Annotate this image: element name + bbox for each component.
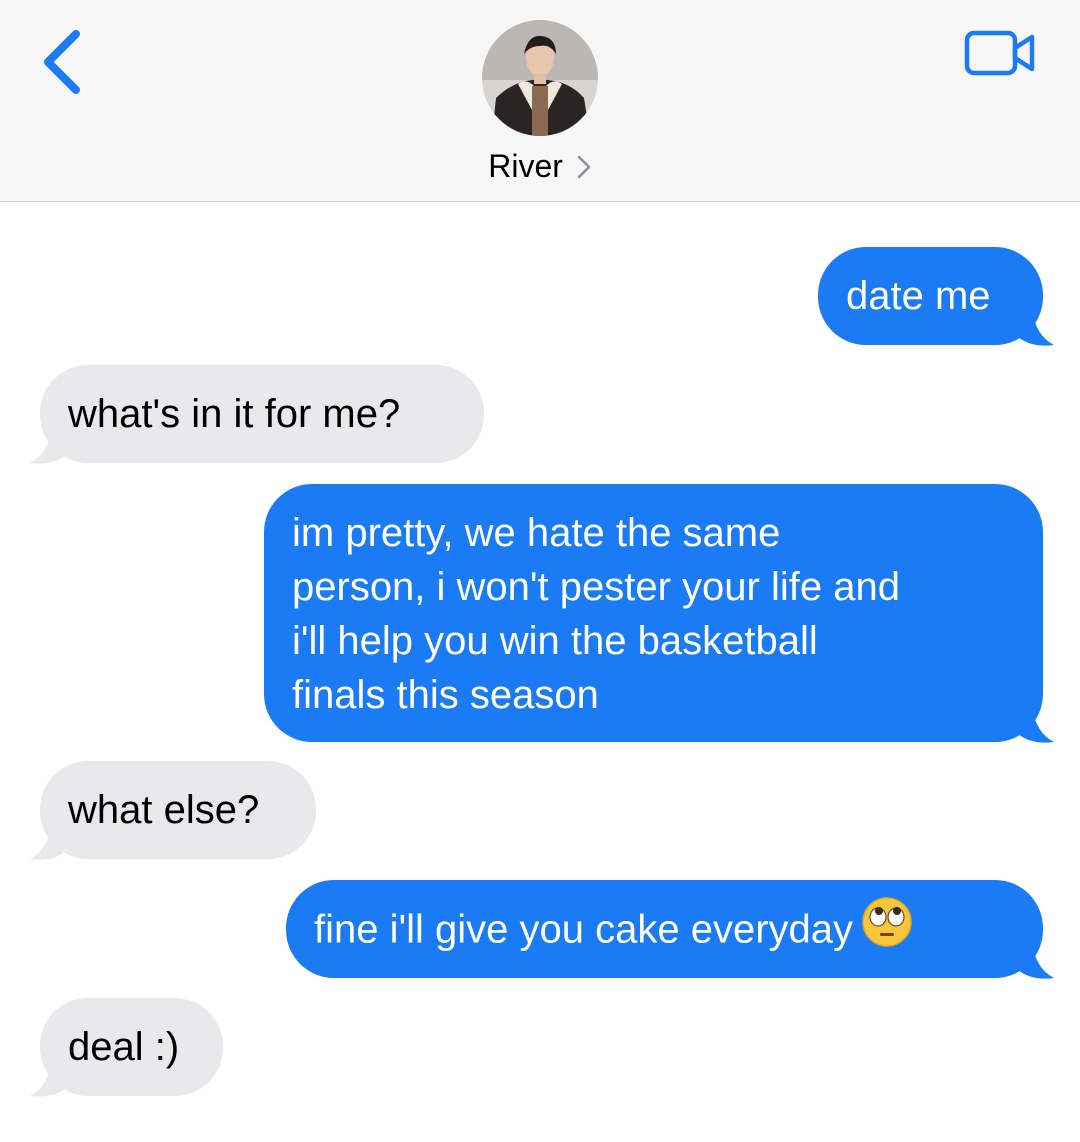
contact-avatar[interactable] <box>482 20 598 136</box>
message-line: person, i won't pester your life and <box>292 565 900 609</box>
message-bubble-sent[interactable]: im pretty, we hate the same person, i wo… <box>264 484 1043 742</box>
facetime-video-button[interactable] <box>962 28 1042 80</box>
message-text: what else? <box>68 788 260 832</box>
chevron-left-icon <box>44 30 80 94</box>
back-button[interactable] <box>30 22 100 102</box>
conversation-header: River <box>0 0 1080 202</box>
message-bubble-received[interactable]: what else? <box>40 761 316 859</box>
message-line: finals this season <box>292 673 599 717</box>
bubble-tail <box>1010 943 1054 979</box>
message-text: fine i'll give you cake everyday <box>314 907 854 952</box>
contact-name: River <box>488 148 563 184</box>
bubble-tail <box>1010 310 1054 346</box>
bubble-tail <box>30 1061 74 1097</box>
chevron-right-icon <box>567 148 592 184</box>
bubble-tail <box>30 824 74 860</box>
bubble-tail <box>30 428 74 464</box>
face-with-rolling-eyes-icon <box>861 896 913 962</box>
message-line: i'll help you win the basketball <box>292 619 818 663</box>
message-line: im pretty, we hate the same <box>292 511 781 555</box>
message-text: what's in it for me? <box>68 392 401 436</box>
message-text: date me <box>846 274 991 318</box>
message-bubble-received[interactable]: what's in it for me? <box>40 365 484 463</box>
message-bubble-sent[interactable]: fine i'll give you cake everyday <box>286 880 1043 978</box>
bubble-tail <box>1010 707 1054 743</box>
message-text: deal :) <box>68 1025 180 1069</box>
contact-name-button[interactable]: River <box>0 148 1080 185</box>
video-camera-icon <box>964 30 1035 76</box>
